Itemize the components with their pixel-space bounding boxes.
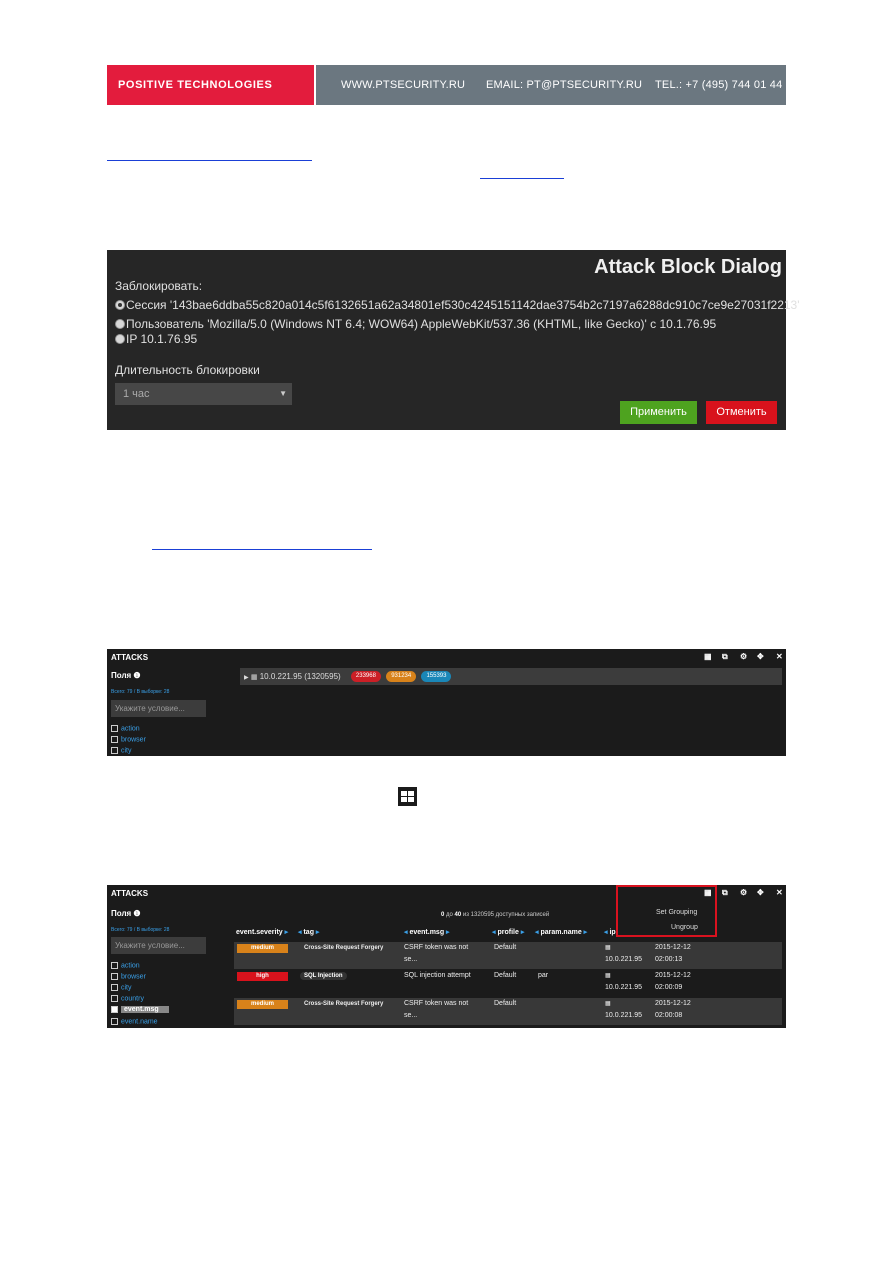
group-row[interactable]: ▶ ▦ 10.0.221.95 (1320595) 233968 931234 … bbox=[240, 668, 782, 685]
host-icon: ▦ bbox=[605, 1001, 611, 1007]
ip-cell: 10.0.221.95 bbox=[605, 984, 642, 991]
field-item-event-name[interactable]: event.name bbox=[111, 1018, 158, 1025]
set-grouping-item[interactable]: Set Grouping bbox=[656, 909, 697, 916]
field-counts: Всего: 79 / В выборке: 28 bbox=[111, 689, 170, 695]
param-cell: par bbox=[538, 972, 549, 979]
table-row[interactable]: medium Cross-Site Request Forgery CSRF t… bbox=[234, 942, 782, 969]
search-input[interactable]: Укажите условие... bbox=[111, 937, 206, 954]
tag-cell: SQL Injection bbox=[300, 972, 347, 980]
grouping-menu: Set Grouping Ungroup bbox=[616, 885, 717, 937]
field-item-browser[interactable]: browser bbox=[111, 736, 146, 743]
severity-badge: medium bbox=[237, 944, 288, 953]
hyperlink-underline[interactable] bbox=[152, 549, 372, 550]
gear-icon[interactable]: ⚙ bbox=[740, 652, 747, 661]
move-icon[interactable]: ✥ bbox=[757, 652, 764, 661]
hyperlink-underline[interactable] bbox=[480, 178, 564, 179]
header-website: WWW.PTSECURITY.RU bbox=[341, 79, 466, 91]
date-cell: 2015-12-12 bbox=[655, 944, 691, 951]
export-icon[interactable]: ⧉ bbox=[722, 652, 728, 662]
column-header-profile[interactable]: ◂ profile ▸ bbox=[492, 928, 524, 936]
count-pill-high: 233968 bbox=[350, 671, 381, 683]
info-icon: ❶ bbox=[133, 671, 141, 680]
ungroup-item[interactable]: Ungroup bbox=[671, 924, 698, 931]
field-counts: Всего: 79 / В выборке: 28 bbox=[111, 927, 170, 933]
count-pill-low: 155393 bbox=[421, 671, 452, 683]
severity-badge: medium bbox=[237, 1000, 288, 1009]
search-input[interactable]: Укажите условие... bbox=[111, 700, 206, 717]
block-option-session[interactable]: Сессия '143bae6ddba55c820a014c5f6132651a… bbox=[115, 298, 800, 312]
count-pill-medium: 931234 bbox=[386, 671, 417, 683]
duration-select[interactable]: 1 час ▼ bbox=[115, 383, 292, 405]
block-option-ip[interactable]: IP 10.1.76.95 bbox=[115, 332, 197, 346]
radio-user[interactable] bbox=[115, 318, 125, 329]
time-cell: 02:00:09 bbox=[655, 984, 683, 991]
grid-icon[interactable]: ▦ bbox=[704, 652, 712, 661]
export-icon[interactable]: ⧉ bbox=[722, 888, 728, 898]
host-icon: ▦ bbox=[250, 674, 258, 681]
header-phone: TEL.: +7 (495) 744 01 44 bbox=[655, 79, 783, 91]
field-item-country[interactable]: country bbox=[111, 995, 144, 1002]
field-item-city[interactable]: city bbox=[111, 747, 132, 754]
ip-cell: 10.0.221.95 bbox=[605, 956, 642, 963]
host-icon: ▦ bbox=[605, 945, 611, 951]
hyperlink-underline[interactable] bbox=[107, 160, 312, 161]
field-item-action[interactable]: action bbox=[111, 962, 140, 969]
record-range: 0 до 40 из 1320595 доступных записей bbox=[441, 912, 550, 918]
table-row[interactable]: medium Cross-Site Request Forgery CSRF t… bbox=[234, 998, 782, 1025]
msg-cell-cont: se... bbox=[404, 956, 418, 963]
move-icon[interactable]: ✥ bbox=[757, 888, 764, 897]
radio-ip[interactable] bbox=[115, 333, 125, 344]
column-header-severity[interactable]: event.severity ▸ bbox=[236, 928, 288, 936]
radio-session[interactable] bbox=[115, 299, 125, 310]
field-item-event-msg[interactable]: event.msg bbox=[111, 1006, 169, 1014]
field-item-city[interactable]: city bbox=[111, 984, 132, 991]
panel-title: ATTACKS bbox=[111, 653, 149, 662]
panel-title: ATTACKS bbox=[111, 889, 149, 898]
date-cell: 2015-12-12 bbox=[655, 972, 691, 979]
attacks-panel-grouped: ATTACKS ▦ ⧉ ⚙ ✥ ✕ Поля ❶ Всего: 79 / В в… bbox=[107, 649, 786, 756]
close-icon[interactable]: ✕ bbox=[776, 652, 783, 661]
grouping-icon bbox=[398, 787, 417, 806]
tag-cell: Cross-Site Request Forgery bbox=[304, 1001, 384, 1007]
brand-logo: POSITIVE TECHNOLOGIES bbox=[118, 79, 273, 91]
close-icon[interactable]: ✕ bbox=[776, 888, 783, 897]
msg-cell: SQL injection attempt bbox=[404, 972, 471, 979]
chevron-down-icon: ▼ bbox=[279, 389, 287, 398]
cancel-button[interactable]: Отменить bbox=[706, 401, 777, 424]
profile-cell: Default bbox=[494, 944, 517, 951]
header-email: EMAIL: PT@PTSECURITY.RU bbox=[486, 79, 643, 91]
fields-header: Поля ❶ bbox=[111, 671, 141, 680]
attack-block-dialog: Attack Block Dialog Заблокировать: Сесси… bbox=[107, 250, 800, 430]
duration-label: Длительность блокировки bbox=[115, 363, 260, 377]
host-icon: ▦ bbox=[605, 973, 611, 979]
date-cell: 2015-12-12 bbox=[655, 1000, 691, 1007]
fields-header: Поля ❶ bbox=[111, 909, 141, 918]
severity-badge: high bbox=[237, 972, 288, 981]
field-item-action[interactable]: action bbox=[111, 725, 140, 732]
tag-cell: Cross-Site Request Forgery bbox=[304, 945, 384, 951]
msg-cell: CSRF token was not bbox=[404, 1000, 469, 1007]
attacks-panel-table: ATTACKS ▦ ⧉ ⚙ ✥ ✕ Поля ❶ Всего: 79 / В в… bbox=[107, 885, 786, 1028]
expand-arrow-icon[interactable]: ▶ bbox=[244, 675, 249, 681]
block-label: Заблокировать: bbox=[115, 279, 203, 293]
msg-cell: CSRF token was not bbox=[404, 944, 469, 951]
table-row[interactable]: high SQL Injection SQL injection attempt… bbox=[234, 970, 782, 997]
time-cell: 02:00:13 bbox=[655, 956, 683, 963]
msg-cell-cont: se... bbox=[404, 1012, 418, 1019]
field-item-browser[interactable]: browser bbox=[111, 973, 146, 980]
profile-cell: Default bbox=[494, 972, 517, 979]
block-option-user[interactable]: Пользователь 'Mozilla/5.0 (Windows NT 6.… bbox=[115, 317, 716, 331]
info-icon: ❶ bbox=[133, 909, 141, 918]
column-header-tag[interactable]: ◂ tag ▸ bbox=[298, 928, 319, 936]
column-header-msg[interactable]: ◂ event.msg ▸ bbox=[404, 928, 450, 936]
ip-cell: 10.0.221.95 bbox=[605, 1012, 642, 1019]
dialog-title: Attack Block Dialog bbox=[594, 256, 782, 278]
time-cell: 02:00:08 bbox=[655, 1012, 683, 1019]
gear-icon[interactable]: ⚙ bbox=[740, 888, 747, 897]
column-header-param[interactable]: ◂ param.name ▸ bbox=[535, 928, 587, 936]
apply-button[interactable]: Применить bbox=[620, 401, 697, 424]
column-header-ip[interactable]: ◂ ip bbox=[604, 928, 616, 936]
profile-cell: Default bbox=[494, 1000, 517, 1007]
